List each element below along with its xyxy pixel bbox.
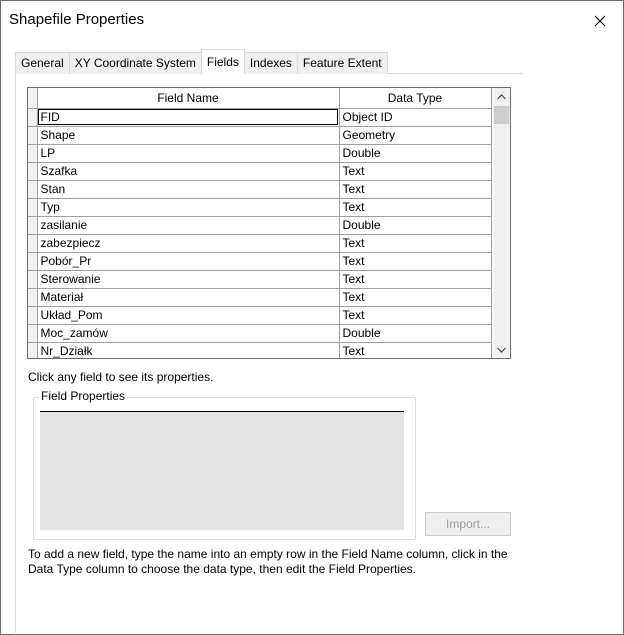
data-type-cell[interactable]: Double (339, 144, 492, 163)
chevron-down-icon (497, 347, 506, 353)
chevron-up-icon (497, 93, 506, 99)
data-type-cell[interactable]: Object ID (339, 108, 492, 127)
data-type-cell[interactable]: Text (339, 306, 492, 325)
data-type-cell[interactable]: Geometry (339, 126, 492, 145)
fields-table-body: FID Object ID Shape Geometry LP Double Szafka T… (28, 108, 492, 358)
data-type-cell[interactable]: Text (339, 252, 492, 271)
table-row[interactable]: Moc_zamów Double (28, 324, 492, 343)
table-row[interactable]: LP Double (28, 144, 492, 163)
field-name-cell[interactable]: LP (37, 144, 340, 163)
field-name-cell[interactable]: Materiał (37, 288, 340, 307)
column-header-data-type[interactable]: Data Type (339, 88, 492, 109)
title-bar: Shapefile Properties (1, 1, 623, 41)
table-row[interactable]: Nr_Działk Text (28, 342, 492, 358)
import-button[interactable]: Import... (425, 512, 511, 536)
data-type-cell[interactable]: Double (339, 216, 492, 235)
table-row[interactable]: zasilanie Double (28, 216, 492, 235)
tab-indexes[interactable]: Indexes (243, 52, 298, 74)
row-selector[interactable] (28, 288, 38, 307)
row-selector[interactable] (28, 126, 38, 145)
row-selector[interactable] (28, 216, 38, 235)
row-selector[interactable] (28, 108, 38, 127)
tab-general[interactable]: General (15, 52, 70, 74)
field-name-cell[interactable]: Typ (37, 198, 340, 217)
field-properties-label: Field Properties (39, 389, 128, 403)
scroll-down-button[interactable] (493, 341, 510, 358)
row-selector[interactable] (28, 324, 38, 343)
table-row[interactable]: Stan Text (28, 180, 492, 199)
column-header-field-name[interactable]: Field Name (37, 88, 340, 109)
tab-strip: General XY Coordinate System Fields Inde… (15, 49, 388, 74)
table-row[interactable]: Materiał Text (28, 288, 492, 307)
field-name-cell[interactable]: zabezpiecz (37, 234, 340, 253)
grid-hint-text: Click any field to see its properties. (28, 370, 214, 384)
tab-fields[interactable]: Fields (200, 49, 245, 74)
data-type-cell[interactable]: Text (339, 342, 492, 358)
fields-table: Field Name Data Type FID Object ID Shape Ge… (28, 88, 492, 358)
data-type-cell[interactable]: Text (339, 180, 492, 199)
scroll-thumb[interactable] (494, 106, 509, 124)
close-icon (594, 15, 606, 27)
field-name-cell[interactable]: Pobór_Pr (37, 252, 340, 271)
row-selector[interactable] (28, 342, 38, 358)
shapefile-properties-dialog: Shapefile Properties General XY Coordina… (0, 0, 624, 635)
row-selector[interactable] (28, 198, 38, 217)
table-row[interactable]: zabezpiecz Text (28, 234, 492, 253)
instructions-text: To add a new field, type the name into a… (28, 547, 508, 576)
row-selector[interactable] (28, 180, 38, 199)
field-name-cell[interactable]: zasilanie (37, 216, 340, 235)
table-row[interactable]: Pobór_Pr Text (28, 252, 492, 271)
row-selector[interactable] (28, 252, 38, 271)
field-properties-grid[interactable] (40, 412, 404, 530)
data-type-cell[interactable]: Text (339, 198, 492, 217)
table-row[interactable]: FID Object ID (28, 108, 492, 127)
field-name-cell[interactable]: Moc_zamów (37, 324, 340, 343)
field-name-cell[interactable]: Stan (37, 180, 340, 199)
row-selector[interactable] (28, 234, 38, 253)
close-button[interactable] (577, 1, 623, 41)
row-selector[interactable] (28, 270, 38, 289)
vertical-scrollbar[interactable] (493, 88, 510, 358)
row-selector[interactable] (28, 162, 38, 181)
data-type-cell[interactable]: Text (339, 288, 492, 307)
scroll-up-button[interactable] (493, 88, 510, 105)
field-name-cell[interactable]: FID (37, 108, 340, 127)
row-selector[interactable] (28, 144, 38, 163)
tab-xy-coordinate-system[interactable]: XY Coordinate System (68, 52, 202, 74)
table-row[interactable]: Układ_Pom Text (28, 306, 492, 325)
field-name-cell[interactable]: Szafka (37, 162, 340, 181)
table-row[interactable]: Typ Text (28, 198, 492, 217)
tab-feature-extent[interactable]: Feature Extent (296, 52, 388, 74)
table-row[interactable]: Szafka Text (28, 162, 492, 181)
window-title: Shapefile Properties (9, 11, 145, 28)
data-type-cell[interactable]: Text (339, 270, 492, 289)
fields-grid[interactable]: Field Name Data Type FID Object ID Shape Ge… (27, 87, 511, 359)
field-name-cell[interactable]: Sterowanie (37, 270, 340, 289)
field-name-cell[interactable]: Nr_Działk (37, 342, 340, 358)
field-name-cell[interactable]: Układ_Pom (37, 306, 340, 325)
field-name-cell[interactable]: Shape (37, 126, 340, 145)
data-type-cell[interactable]: Text (339, 162, 492, 181)
row-selector[interactable] (28, 306, 38, 325)
table-row[interactable]: Sterowanie Text (28, 270, 492, 289)
row-selector-header (28, 88, 38, 109)
data-type-cell[interactable]: Double (339, 324, 492, 343)
table-row[interactable]: Shape Geometry (28, 126, 492, 145)
data-type-cell[interactable]: Text (339, 234, 492, 253)
